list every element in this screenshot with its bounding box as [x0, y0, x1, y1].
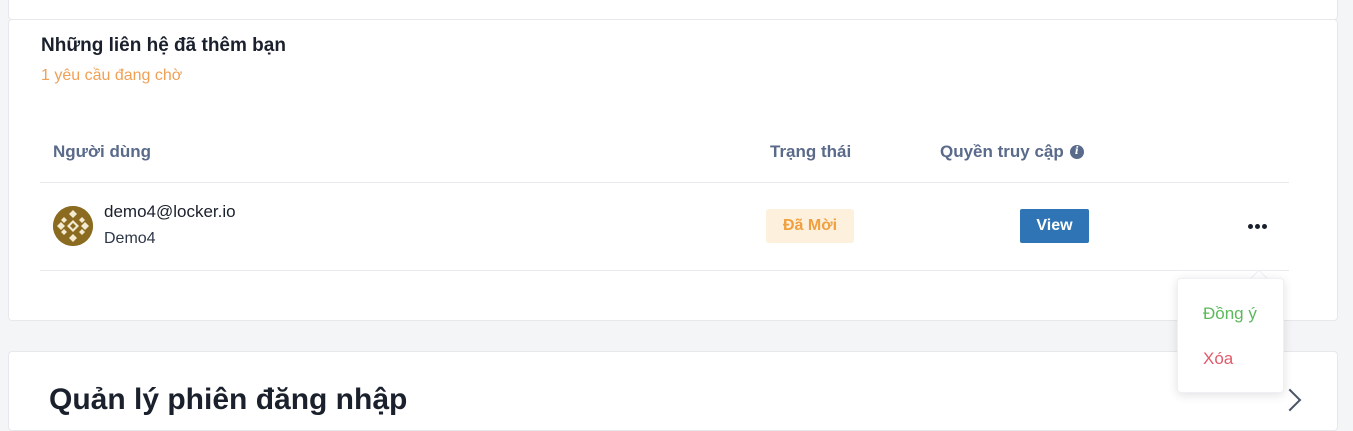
session-management-title: Quản lý phiên đăng nhập [49, 383, 408, 416]
menu-item-accept[interactable]: Đồng ý [1203, 304, 1257, 324]
previous-card [8, 0, 1338, 20]
more-horizontal-icon[interactable] [1243, 215, 1271, 237]
section-title: Những liên hệ đã thêm bạn [41, 35, 286, 56]
more-dot [1247, 223, 1253, 229]
header-divider [40, 182, 1289, 183]
avatar-pattern-icon [53, 206, 93, 246]
column-header-status: Trạng thái [770, 142, 851, 162]
column-header-user-label: Người dùng [53, 142, 152, 161]
column-header-access: Quyền truy cập i [940, 142, 1084, 162]
user-email: demo4@locker.io [104, 202, 236, 221]
more-dot [1261, 223, 1267, 229]
view-access-button[interactable]: View [1020, 209, 1089, 243]
status-badge: Đã Mời [766, 209, 854, 243]
row-actions-dropdown: Đồng ý Xóa [1177, 278, 1284, 393]
menu-item-delete[interactable]: Xóa [1203, 349, 1233, 369]
avatar [53, 206, 93, 246]
info-icon[interactable]: i [1069, 145, 1084, 159]
contacts-who-added-you-card [8, 19, 1338, 321]
column-header-access-label: Quyền truy cập [940, 142, 1064, 161]
row-divider [40, 270, 1289, 271]
column-header-user: Người dùng [53, 142, 151, 162]
pending-requests-count: 1 yêu cầu đang chờ [41, 67, 183, 84]
user-name: Demo4 [104, 230, 156, 247]
column-header-status-label: Trạng thái [770, 142, 852, 161]
more-dot [1254, 223, 1260, 229]
